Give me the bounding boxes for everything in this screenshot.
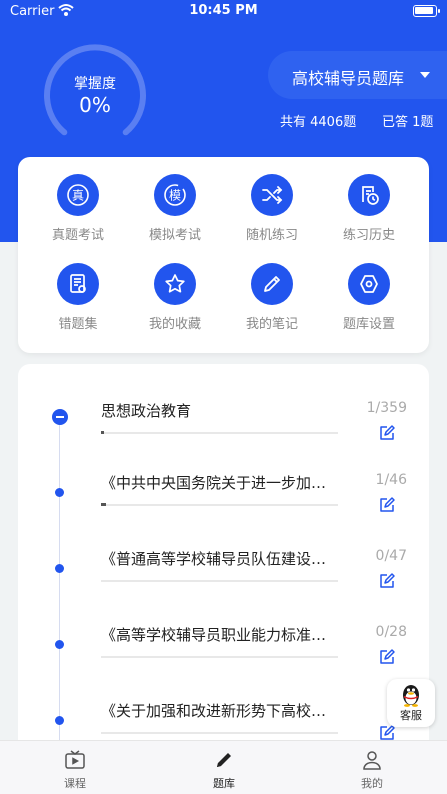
customer-service-button[interactable]: 客服 bbox=[387, 679, 435, 727]
chapter-count: 0/47 bbox=[375, 548, 407, 564]
chapter-progress-track bbox=[101, 732, 338, 734]
chapter-count: 1/46 bbox=[375, 472, 407, 488]
chapter-title: 《普通高等学校辅导员队伍建设… bbox=[101, 550, 327, 568]
mastery-value: 0% bbox=[79, 93, 111, 117]
total-questions: 共有 4406题 bbox=[280, 115, 357, 130]
chapter-row[interactable]: 《高等学校辅导员职业能力标准… 0/28 bbox=[18, 624, 429, 700]
pen-icon bbox=[217, 753, 231, 767]
tab-bar: 课程 题库 我的 bbox=[0, 740, 447, 794]
action-bank-settings[interactable]: 题库设置 bbox=[321, 263, 417, 332]
pencil-icon bbox=[251, 263, 293, 305]
timeline-dot bbox=[55, 564, 64, 573]
action-wrong-questions[interactable]: 错题集 bbox=[30, 263, 126, 332]
chapter-progress-track bbox=[101, 431, 338, 434]
chapter-list-card: 思想政治教育 1/359 《中共中央国务院关于进一步加… 1/46 《普通高等学… bbox=[18, 364, 429, 766]
timeline-dot bbox=[55, 488, 64, 497]
bank-name: 高校辅导员题库 bbox=[292, 69, 405, 88]
tab-label: 课程 bbox=[64, 777, 86, 790]
collapse-icon[interactable] bbox=[52, 409, 68, 425]
video-icon bbox=[65, 750, 85, 769]
tab-label: 题库 bbox=[213, 777, 235, 790]
status-bar: Carrier 10:45 PM bbox=[0, 0, 447, 24]
action-random-practice[interactable]: 随机练习 bbox=[224, 174, 320, 243]
timeline-dot bbox=[55, 716, 64, 725]
wrong-questions-icon bbox=[57, 263, 99, 305]
chapter-row[interactable]: 《中共中央国务院关于进一步加… 1/46 bbox=[18, 472, 429, 548]
tab-label: 我的 bbox=[361, 777, 383, 790]
mastery-label: 掌握度 bbox=[74, 76, 116, 92]
edit-icon[interactable] bbox=[378, 424, 396, 442]
timeline-dot bbox=[55, 640, 64, 649]
chapter-row[interactable]: 《普通高等学校辅导员队伍建设… 0/47 bbox=[18, 548, 429, 624]
svg-text:真: 真 bbox=[72, 189, 84, 203]
question-bank-selector[interactable]: 高校辅导员题库 bbox=[268, 51, 447, 99]
quick-actions-card: 真 真题考试 模 模拟考试 随机练习 练习历史 错题集 我的收藏 我的笔记 题库… bbox=[18, 157, 429, 353]
action-real-exam[interactable]: 真 真题考试 bbox=[30, 174, 126, 243]
penguin-icon bbox=[403, 685, 419, 707]
user-icon bbox=[363, 751, 381, 770]
chapter-title: 《关于加强和改进新形势下高校… bbox=[101, 702, 327, 720]
edit-icon[interactable] bbox=[378, 496, 396, 514]
chapter-row[interactable]: 思想政治教育 1/359 bbox=[18, 400, 429, 476]
customer-service-label: 客服 bbox=[400, 709, 422, 722]
answered-questions: 已答 1题 bbox=[382, 115, 434, 130]
action-my-notes[interactable]: 我的笔记 bbox=[224, 263, 320, 332]
real-exam-icon: 真 bbox=[57, 174, 99, 216]
history-icon bbox=[348, 174, 390, 216]
action-label: 题库设置 bbox=[342, 317, 395, 332]
chapter-progress-track bbox=[101, 503, 338, 506]
chapter-progress-track bbox=[101, 580, 338, 582]
action-label: 练习历史 bbox=[342, 228, 395, 243]
chapter-progress-track bbox=[101, 656, 338, 658]
action-label: 错题集 bbox=[58, 317, 98, 332]
action-mock-exam[interactable]: 模 模拟考试 bbox=[127, 174, 223, 243]
battery-icon bbox=[413, 5, 440, 17]
edit-icon[interactable] bbox=[378, 572, 396, 590]
settings-hex-icon bbox=[348, 263, 390, 305]
star-icon bbox=[154, 263, 196, 305]
action-my-favorites[interactable]: 我的收藏 bbox=[127, 263, 223, 332]
mock-exam-icon: 模 bbox=[154, 174, 196, 216]
chapter-title: 《中共中央国务院关于进一步加… bbox=[101, 474, 327, 492]
shuffle-icon bbox=[251, 174, 293, 216]
chapter-count: 0/28 bbox=[375, 624, 407, 640]
chapter-progress-fill bbox=[101, 431, 104, 434]
clock: 10:45 PM bbox=[189, 3, 258, 18]
dropdown-caret-icon bbox=[420, 72, 430, 78]
chapter-progress-fill bbox=[101, 503, 106, 506]
action-label: 我的笔记 bbox=[245, 317, 298, 332]
mastery-gauge: 掌握度 0% bbox=[40, 40, 150, 150]
action-label: 随机练习 bbox=[245, 228, 298, 243]
chapter-title: 《高等学校辅导员职业能力标准… bbox=[101, 626, 327, 644]
action-label: 真题考试 bbox=[51, 228, 104, 243]
svg-text:模: 模 bbox=[169, 189, 181, 203]
tab-mine[interactable]: 我的 bbox=[332, 749, 412, 791]
action-label: 我的收藏 bbox=[148, 317, 201, 332]
chapter-title: 思想政治教育 bbox=[101, 402, 192, 420]
tab-question-bank[interactable]: 题库 bbox=[184, 749, 264, 791]
action-practice-history[interactable]: 练习历史 bbox=[321, 174, 417, 243]
chapter-count: 1/359 bbox=[366, 400, 407, 416]
tab-courses[interactable]: 课程 bbox=[35, 749, 115, 791]
action-label: 模拟考试 bbox=[148, 228, 201, 243]
edit-icon[interactable] bbox=[378, 648, 396, 666]
